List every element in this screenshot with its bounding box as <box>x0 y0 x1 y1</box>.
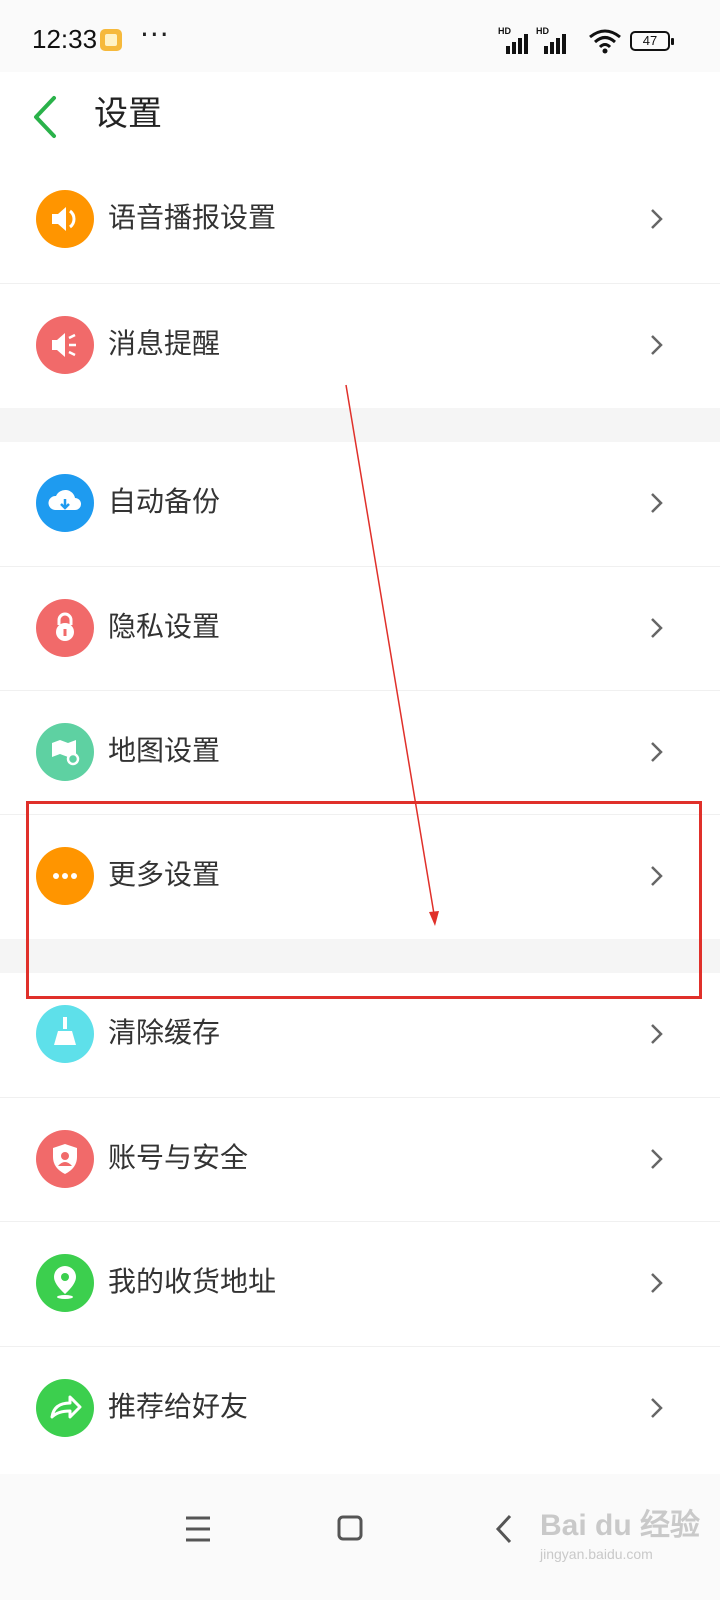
settings-item-label: 账号与安全 <box>108 1141 249 1174</box>
chevron-right-icon <box>651 209 663 229</box>
cloud-download-icon <box>36 474 94 532</box>
settings-item-shipping-address[interactable]: 我的收货地址 <box>0 1222 720 1346</box>
speaker-icon <box>36 190 94 248</box>
chevron-right-icon <box>651 1273 663 1293</box>
menu-icon[interactable] <box>168 1504 228 1554</box>
signal-strength-icon-2: HD <box>536 26 570 54</box>
more-notifications-icon: ··· <box>140 18 170 51</box>
location-pin-icon <box>36 1254 94 1312</box>
settings-item-label: 隐私设置 <box>108 610 221 643</box>
chevron-right-icon <box>651 1149 663 1169</box>
settings-item-label: 清除缓存 <box>108 1016 221 1049</box>
wifi-icon <box>589 29 621 54</box>
settings-item-label: 消息提醒 <box>108 327 221 360</box>
status-time: 12:33 <box>32 24 98 54</box>
settings-item-label: 我的收货地址 <box>108 1265 277 1298</box>
shield-user-icon <box>36 1130 94 1188</box>
app-header: 设置 <box>0 72 720 168</box>
settings-item-voice-broadcast[interactable]: 语音播报设置 <box>0 158 720 282</box>
watermark-logo: Bai du 经验 <box>540 1509 701 1542</box>
watermark-site: jingyan.baidu.com <box>540 1546 653 1562</box>
battery-indicator: 47 <box>630 31 674 51</box>
settings-item-label: 语音播报设置 <box>108 201 277 234</box>
back-chevron-icon[interactable] <box>474 1504 534 1554</box>
home-square-icon[interactable] <box>320 1504 380 1554</box>
status-bar: 12:33 ··· HD HD 47 <box>0 0 720 72</box>
notification-app-icon <box>100 29 122 51</box>
lock-icon <box>36 599 94 657</box>
settings-item-label: 自动备份 <box>108 485 221 518</box>
settings-item-recommend[interactable]: 推荐给好友 <box>0 1347 720 1471</box>
signal-strength-icon: HD <box>498 26 532 54</box>
chevron-right-icon <box>651 335 663 355</box>
settings-item-account-security[interactable]: 账号与安全 <box>0 1098 720 1222</box>
page-title: 设置 <box>94 94 162 134</box>
broom-icon <box>36 1005 94 1063</box>
settings-item-map[interactable]: 地图设置 <box>0 691 720 815</box>
share-arrow-icon <box>36 1379 94 1437</box>
section-separator <box>0 408 720 442</box>
chevron-right-icon <box>651 742 663 762</box>
settings-item-label: 推荐给好友 <box>108 1390 249 1423</box>
highlight-box <box>26 801 702 999</box>
chevron-right-icon <box>651 493 663 513</box>
chevron-right-icon <box>651 1398 663 1418</box>
settings-item-privacy[interactable]: 隐私设置 <box>0 567 720 691</box>
chevron-right-icon <box>651 618 663 638</box>
chevron-left-icon[interactable] <box>24 92 74 142</box>
chevron-right-icon <box>651 1024 663 1044</box>
map-gear-icon <box>36 723 94 781</box>
megaphone-icon <box>36 316 94 374</box>
settings-item-label: 地图设置 <box>108 734 221 767</box>
settings-item-message-alert[interactable]: 消息提醒 <box>0 284 720 408</box>
settings-item-auto-backup[interactable]: 自动备份 <box>0 442 720 566</box>
